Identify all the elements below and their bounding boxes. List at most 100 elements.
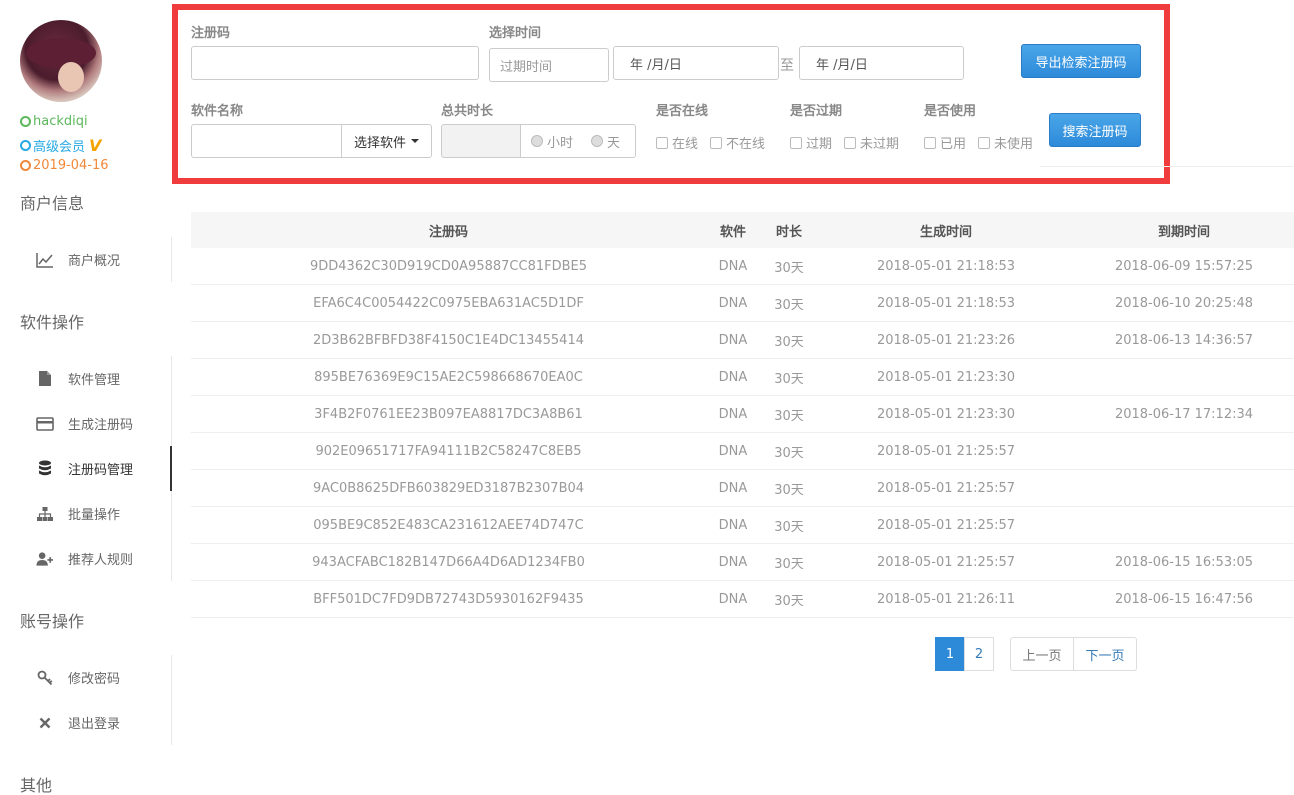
cell-code: 895BE76369E9C15AE2C598668670EA0C (314, 369, 583, 385)
chart-icon (36, 251, 54, 269)
table-row: 943ACFABC182B147D66A4D6AD1234FB0 DNA 30天 20… (191, 544, 1294, 581)
cell-expires: 2018-06-15 16:53:05 (1114, 554, 1254, 570)
online-yes-checkbox[interactable]: 在线 (656, 133, 698, 152)
cell-expires: 2018-06-15 16:47:56 (1114, 591, 1254, 607)
codes-table: 注册码 软件 时长 生成时间 到期时间 9DD4362C30D919CD0A95… (191, 212, 1294, 618)
checkbox-box[interactable] (656, 136, 668, 149)
date-separator: 至 (780, 58, 794, 74)
checkbox-label: 未使用 (994, 137, 1034, 152)
cell-software: DNA (718, 443, 748, 459)
sidebar-item-logout[interactable]: 退出登录 (0, 700, 171, 745)
user-date-text: 2019-04-16 (33, 158, 109, 173)
cell-generated: 2018-05-01 21:18:53 (876, 258, 1016, 274)
table-body: 9DD4362C30D919CD0A95887CC81FDBE5 DNA 30天 20… (191, 248, 1294, 618)
level-status-icon (20, 140, 31, 151)
user-date: 2019-04-16 (20, 158, 109, 173)
key-icon (36, 669, 54, 687)
sidebar-item-referrer-rules[interactable]: 推荐人规则 (0, 536, 171, 581)
checkbox-box[interactable] (924, 136, 936, 149)
header-expires: 到期时间 (1157, 224, 1210, 240)
duration-unit-group: 小时 天 (520, 124, 636, 158)
sidebar-item-label: 修改密码 (68, 672, 121, 687)
checkbox-label: 过期 (806, 137, 833, 152)
used-label: 是否使用 (924, 104, 977, 119)
cell-code: 095BE9C852E483CA231612AEE74D747C (313, 517, 584, 533)
header-code: 注册码 (428, 224, 468, 240)
cell-generated: 2018-05-01 21:26:11 (876, 591, 1016, 607)
software-input[interactable] (191, 124, 342, 158)
page-2-button[interactable]: 2 (964, 637, 994, 671)
page-1-button[interactable]: 1 (935, 637, 965, 671)
sidebar-item-label: 退出登录 (68, 717, 121, 732)
user-level: 高级会员 V (20, 136, 101, 155)
expired-yes-checkbox[interactable]: 过期 (790, 133, 832, 152)
cell-duration: 30天 (774, 260, 804, 276)
duration-input[interactable] (441, 124, 521, 158)
database-icon (36, 460, 54, 478)
cell-software: DNA (718, 369, 748, 385)
cell-expires: 2018-06-17 17:12:34 (1114, 406, 1254, 422)
online-no-checkbox[interactable]: 不在线 (710, 133, 765, 152)
cell-code: 3F4B2F0761EE23B097EA8817DC3A8B61 (314, 406, 583, 422)
caret-down-icon (411, 139, 419, 143)
table-row: 902E09651717FA94111B2C58247C8EB5 DNA 30天 20… (191, 433, 1294, 470)
select-software-button[interactable]: 选择软件 (341, 124, 432, 158)
code-label: 注册码 (191, 26, 231, 41)
section-title-account: 账号操作 (20, 612, 85, 631)
duration-label: 总共时长 (441, 104, 494, 119)
export-codes-button[interactable]: 导出检索注册码 (1021, 44, 1141, 78)
sidebar-item-code-manage[interactable]: 注册码管理 (0, 446, 172, 491)
avatar[interactable] (20, 20, 102, 102)
checkbox-label: 已用 (940, 137, 967, 152)
section-title-merchant: 商户信息 (20, 194, 85, 213)
cell-duration: 30天 (774, 519, 804, 535)
day-radio[interactable] (591, 135, 604, 147)
sidebar-item-software-manage[interactable]: 软件管理 (0, 356, 171, 401)
used-yes-checkbox[interactable]: 已用 (924, 133, 966, 152)
sidebar-item-change-password[interactable]: 修改密码 (0, 655, 171, 700)
menu-group-software: 软件管理 生成注册码 注册码管理 批量操作 推荐人规则 (0, 356, 172, 581)
expired-no-checkbox[interactable]: 未过期 (844, 133, 899, 152)
cell-generated: 2018-05-01 21:23:26 (876, 332, 1016, 348)
table-row: 895BE76369E9C15AE2C598668670EA0C DNA 30天 20… (191, 359, 1294, 396)
checkbox-box[interactable] (978, 136, 990, 149)
cell-duration: 30天 (774, 556, 804, 572)
cell-generated: 2018-05-01 21:23:30 (876, 406, 1016, 422)
user-name: hackdiqi (20, 114, 88, 129)
avatar-hat (26, 38, 96, 68)
cell-software: DNA (718, 554, 748, 570)
search-codes-button[interactable]: 搜索注册码 (1049, 113, 1141, 147)
date-status-icon (20, 160, 31, 171)
header-software: 软件 (719, 224, 746, 240)
checkbox-box[interactable] (790, 136, 802, 149)
code-input[interactable] (191, 46, 479, 80)
vip-icon: V (89, 136, 102, 155)
next-page-button[interactable]: 下一页 (1073, 637, 1137, 671)
sidebar: hackdiqi 高级会员 V 2019-04-16 商户信息 商户概况 软件操… (0, 0, 172, 795)
used-no-checkbox[interactable]: 未使用 (978, 133, 1033, 152)
cell-code: 902E09651717FA94111B2C58247C8EB5 (315, 443, 582, 459)
cell-duration: 30天 (774, 334, 804, 350)
checkbox-box[interactable] (844, 136, 856, 149)
select-software-label: 选择软件 (353, 135, 406, 151)
sidebar-item-label: 注册码管理 (68, 463, 134, 478)
checkbox-box[interactable] (710, 136, 722, 149)
table-row: EFA6C4C0054422C0975EBA631AC5D1DF DNA 30天 20… (191, 285, 1294, 322)
cell-duration: 30天 (774, 297, 804, 313)
date-from-input[interactable]: 年 /月/日 (613, 46, 779, 80)
sidebar-item-label: 批量操作 (68, 508, 121, 523)
sidebar-item-label: 软件管理 (68, 373, 121, 388)
user-plus-icon (36, 550, 54, 568)
table-row: 3F4B2F0761EE23B097EA8817DC3A8B61 DNA 30天 20… (191, 396, 1294, 433)
sidebar-item-batch[interactable]: 批量操作 (0, 491, 171, 536)
time-label: 选择时间 (489, 26, 542, 41)
sidebar-item-label: 生成注册码 (68, 418, 134, 433)
section-title-other: 其他 (20, 776, 53, 795)
expire-time-select[interactable]: 过期时间 (489, 48, 609, 82)
date-to-input[interactable]: 年 /月/日 (799, 46, 964, 80)
prev-page-button[interactable]: 上一页 (1010, 637, 1074, 671)
hour-radio[interactable] (531, 135, 543, 147)
sidebar-item-merchant-overview[interactable]: 商户概况 (0, 237, 171, 282)
sidebar-item-generate-code[interactable]: 生成注册码 (0, 401, 171, 446)
cell-software: DNA (718, 258, 748, 274)
